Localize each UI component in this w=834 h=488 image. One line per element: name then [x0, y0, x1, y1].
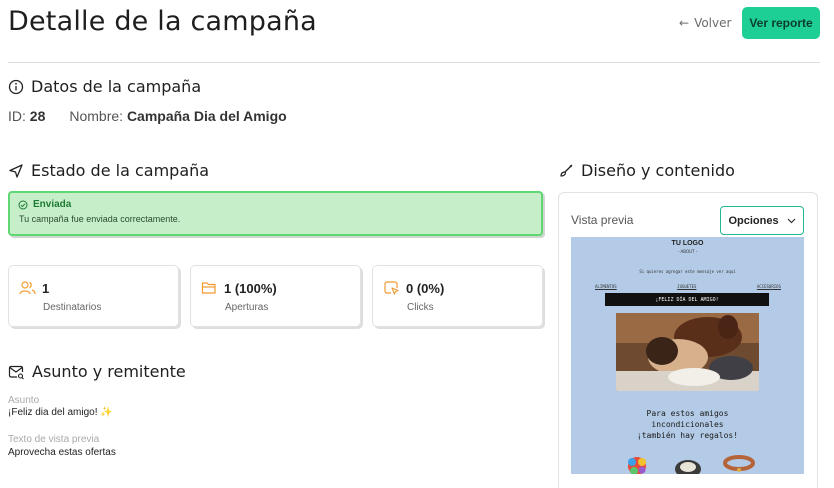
preview-text-label: Texto de vista previa	[8, 434, 100, 445]
back-link[interactable]: ← Volver	[679, 16, 731, 30]
status-alert-title: Enviada	[18, 199, 533, 210]
stat-label: Destinatarios	[43, 302, 102, 313]
info-icon	[8, 79, 24, 94]
email-copy-line: Para estos amigos	[646, 409, 729, 418]
email-logo-title: TU LOGO	[671, 240, 704, 247]
email-copy-line: incondicionales	[651, 420, 724, 429]
status-section-title: Estado de la campaña	[8, 161, 209, 180]
stat-card-clicks: 0 (0%) Clicks	[372, 265, 543, 327]
campaign-id-value: 28	[29, 108, 46, 124]
view-report-button[interactable]: Ver reporte	[742, 7, 820, 39]
folder-open-icon	[201, 282, 216, 294]
mail-search-icon	[8, 365, 24, 379]
campaign-id: ID: 28	[8, 108, 45, 124]
collar-image	[723, 455, 755, 472]
design-section-title: Diseño y contenido	[558, 161, 735, 180]
toy-ball-image	[628, 457, 646, 474]
users-icon	[19, 281, 36, 295]
campaign-name-value: Campaña Dia del Amigo	[126, 108, 287, 124]
campaign-name: Nombre: Campaña Dia del Amigo	[69, 108, 286, 124]
design-card: Vista previa Opciones TU LOGO - ABOUT - …	[558, 192, 818, 488]
email-hero-image	[616, 313, 759, 391]
email-copy: Para estos amigos incondicionales ¡tambi…	[571, 408, 804, 441]
header-divider	[8, 62, 820, 63]
email-logo-subtitle: - ABOUT -	[677, 249, 698, 254]
stat-label: Aperturas	[225, 302, 269, 313]
status-alert: Enviada Tu campaña fue enviada correctam…	[8, 191, 543, 236]
email-banner: ¡FELIZ DÍA DEL AMIGO!	[605, 293, 769, 306]
stat-value: 1	[42, 280, 50, 296]
email-link: ACCESORIOS	[756, 284, 781, 289]
stat-label: Clicks	[407, 302, 434, 313]
stat-card-recipients: 1 Destinatarios	[8, 265, 179, 327]
email-link: JUGUETES	[677, 284, 697, 289]
subject-text: ¡Feliz dia del amigo!	[8, 407, 98, 418]
page-title: Detalle de la campaña	[8, 6, 317, 37]
arrow-left-icon: ←	[679, 16, 690, 30]
chevron-down-icon	[787, 218, 795, 223]
email-top-note: Si quieres agregar este mensaje ver aquí	[639, 269, 736, 274]
subject-sender-section-title: Asunto y remitente	[8, 362, 186, 381]
brush-icon	[560, 164, 573, 177]
preview-label: Vista previa	[571, 213, 634, 227]
preview-text-value: Aprovecha estas ofertas	[8, 447, 116, 458]
campaign-info-title-text: Datos de la campaña	[31, 77, 202, 96]
subject-value: ¡Feliz dia del amigo! ✨	[8, 407, 113, 418]
click-icon	[384, 281, 399, 295]
email-nav-links: ALIMENTOS JUGUETES ACCESORIOS	[595, 284, 781, 289]
email-link: ALIMENTOS	[595, 284, 617, 289]
send-icon	[9, 163, 23, 178]
email-products-images	[628, 455, 755, 474]
options-label: Opciones	[728, 214, 779, 227]
check-circle-icon	[18, 200, 28, 209]
sparkles-icon: ✨	[100, 407, 113, 418]
stat-card-opens: 1 (100%) Aperturas	[190, 265, 361, 327]
stat-value: 1 (100%)	[224, 280, 277, 296]
campaign-info-section-title: Datos de la campaña	[8, 77, 201, 96]
campaign-meta: ID: 28 Nombre: Campaña Dia del Amigo	[8, 108, 287, 124]
status-state-label: Enviada	[33, 199, 72, 210]
back-link-label: Volver	[694, 16, 732, 30]
campaign-id-label: ID:	[8, 108, 26, 124]
status-message: Tu campaña fue enviada correctamente.	[19, 214, 181, 224]
design-title-text: Diseño y contenido	[581, 161, 735, 180]
email-preview[interactable]: TU LOGO - ABOUT - Si quieres agregar est…	[571, 237, 804, 474]
pet-bed-image	[675, 460, 701, 474]
email-copy-line: ¡también hay regalos!	[636, 431, 739, 440]
dog-and-person-image	[616, 313, 759, 391]
stat-value: 0 (0%)	[406, 280, 445, 296]
subject-sender-title-text: Asunto y remitente	[32, 362, 186, 381]
campaign-name-label: Nombre:	[69, 108, 124, 124]
status-title-text: Estado de la campaña	[31, 161, 210, 180]
subject-label: Asunto	[8, 395, 40, 406]
options-dropdown-button[interactable]: Opciones	[720, 206, 804, 235]
